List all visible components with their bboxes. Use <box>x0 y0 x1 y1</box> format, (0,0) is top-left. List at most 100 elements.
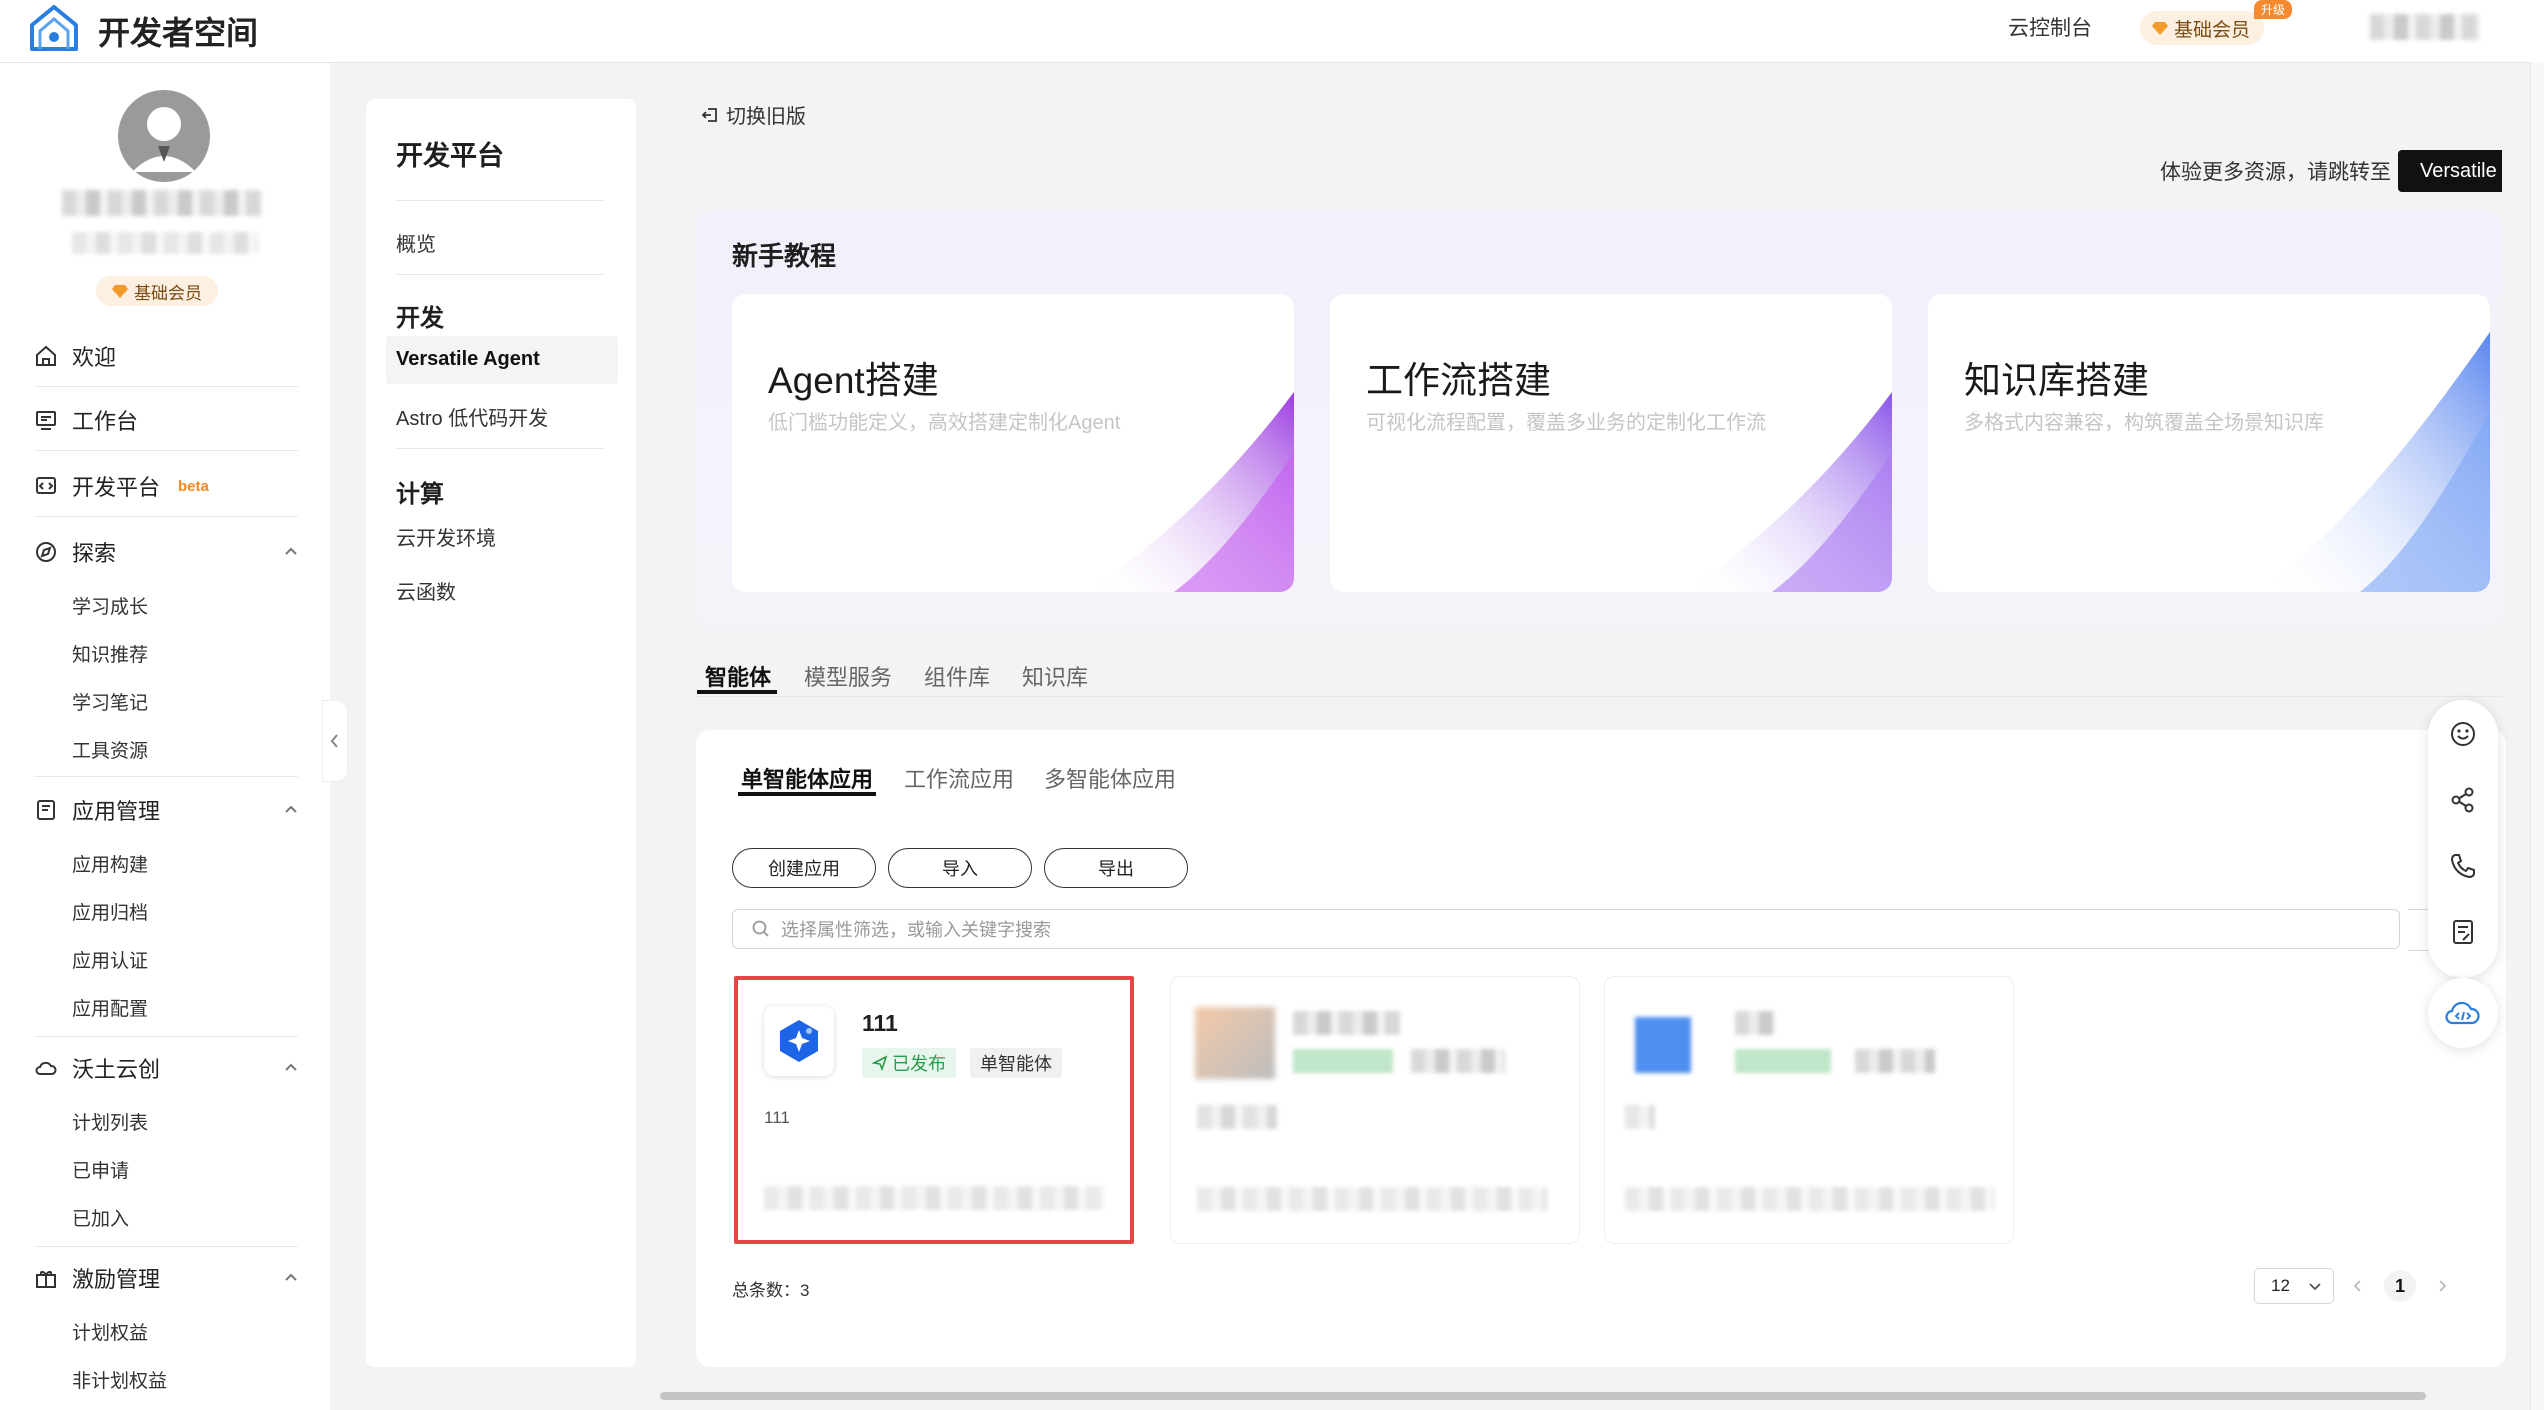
user-name-blurred[interactable] <box>2370 14 2480 40</box>
nav-sub-item[interactable]: 已加入 <box>72 1204 129 1231</box>
switch-old-label: 切换旧版 <box>726 106 806 128</box>
subtab-multi-agent[interactable]: 多智能体应用 <box>1044 762 1176 794</box>
subtab-single-agent[interactable]: 单智能体应用 <box>741 762 873 794</box>
profile-member-badge[interactable]: 基础会员 <box>96 276 218 306</box>
nav-sub-item[interactable]: 应用配置 <box>72 994 148 1021</box>
tab-component-lib[interactable]: 组件库 <box>924 660 990 692</box>
chevron-up-icon[interactable] <box>282 1058 300 1076</box>
nav-sub-item[interactable]: 应用归档 <box>72 898 148 925</box>
horizontal-scrollbar[interactable] <box>660 1392 2426 1400</box>
vertical-scrollbar[interactable] <box>2530 62 2544 1410</box>
divider <box>34 386 298 387</box>
nav-sub-item[interactable]: 工具资源 <box>72 736 148 763</box>
app-name-blurred <box>1735 1011 1775 1035</box>
export-button[interactable]: 导出 <box>1044 848 1188 888</box>
gem-icon <box>112 285 128 298</box>
page-size-select[interactable]: 12 <box>2254 1268 2334 1304</box>
page-number[interactable]: 1 <box>2384 1270 2416 1302</box>
tab-model-service[interactable]: 模型服务 <box>804 660 892 692</box>
nav-explore[interactable]: 探索 <box>34 534 116 570</box>
status-blurred <box>1293 1049 1393 1073</box>
panel-item-astro[interactable]: Astro 低代码开发 <box>396 402 548 431</box>
dev-platform-panel <box>366 99 636 1367</box>
panel-item-cloud-func[interactable]: 云函数 <box>396 576 456 605</box>
cloud-code-button[interactable] <box>2428 978 2498 1048</box>
nav-sub-item[interactable]: 应用认证 <box>72 946 148 973</box>
logo-icon[interactable] <box>26 3 82 53</box>
explore-icon <box>36 542 56 562</box>
avatar[interactable] <box>118 90 210 182</box>
beta-badge: beta <box>178 477 209 495</box>
profile-member-label: 基础会员 <box>134 283 202 303</box>
cloud-icon <box>35 1061 57 1075</box>
divider <box>34 1246 298 1247</box>
panel-section-dev: 开发 <box>396 305 444 332</box>
send-icon <box>872 1055 888 1071</box>
smile-icon[interactable] <box>2449 720 2477 748</box>
import-button[interactable]: 导入 <box>888 848 1032 888</box>
desc-blurred <box>1197 1105 1277 1129</box>
nav-sub-item[interactable]: 计划权益 <box>72 1318 148 1345</box>
create-app-button[interactable]: 创建应用 <box>732 848 876 888</box>
nav-workbench[interactable]: 工作台 <box>34 402 138 438</box>
prev-page-button[interactable] <box>2342 1270 2374 1302</box>
nav-sub-item[interactable]: 非计划权益 <box>72 1366 167 1393</box>
nav-sub-item[interactable]: 知识推荐 <box>72 640 148 667</box>
nav-wotu[interactable]: 沃土云创 <box>34 1050 160 1086</box>
chevron-up-icon[interactable] <box>282 542 300 560</box>
panel-item-versatile[interactable]: Versatile Agent <box>396 348 540 371</box>
member-button[interactable]: 基础会员 <box>2140 11 2265 45</box>
panel-item-cloud-env[interactable]: 云开发环境 <box>396 522 496 551</box>
panel-item-overview[interactable]: 概览 <box>396 228 436 257</box>
tutorial-card-agent[interactable]: Agent搭建 低门槛功能定义，高效搭建定制化Agent <box>732 294 1294 592</box>
status-badge: 已发布 <box>862 1048 956 1078</box>
app-card-blurred[interactable] <box>1604 976 2014 1244</box>
divider <box>34 516 298 517</box>
chevron-up-icon[interactable] <box>282 1268 300 1286</box>
app-title: 开发者空间 <box>98 15 259 51</box>
avatar-icon <box>118 90 210 182</box>
phone-icon[interactable] <box>2449 852 2477 880</box>
app-description: 111 <box>764 1108 790 1127</box>
tutorial-title: 新手教程 <box>732 241 837 271</box>
chevron-down-icon <box>2309 1283 2321 1291</box>
nav-sub-item[interactable]: 计划列表 <box>72 1108 148 1135</box>
chevron-up-icon[interactable] <box>282 800 300 818</box>
versatile-button[interactable]: Versatile <box>2398 150 2502 192</box>
nav-sub-item[interactable]: 学习笔记 <box>72 688 148 715</box>
agent-app-icon <box>764 1006 834 1076</box>
member-label: 基础会员 <box>2174 19 2251 41</box>
sidebar-collapse-handle[interactable] <box>322 700 348 782</box>
divider <box>34 450 298 451</box>
tab-knowledge-lib[interactable]: 知识库 <box>1022 660 1088 692</box>
nav-sub-item[interactable]: 应用构建 <box>72 850 148 877</box>
next-page-button[interactable] <box>2426 1270 2458 1302</box>
app-card-blurred[interactable] <box>1170 976 1580 1244</box>
note-icon[interactable] <box>2449 918 2477 946</box>
tutorial-card-knowledge[interactable]: 知识库搭建 多格式内容兼容，构筑覆盖全场景知识库 <box>1928 294 2490 592</box>
nav-dev-platform[interactable]: 开发平台 beta <box>34 468 209 504</box>
tab-active-indicator <box>697 690 777 694</box>
nav-sub-item[interactable]: 已申请 <box>72 1156 129 1183</box>
console-link[interactable]: 云控制台 <box>2008 12 2092 42</box>
nav-app-mgmt-label: 应用管理 <box>72 799 161 824</box>
tip-text: 体验更多资源，请跳转至 <box>2160 161 2391 184</box>
search-input[interactable]: 选择属性筛选，或输入关键字搜索 <box>732 909 2400 949</box>
tab-agents[interactable]: 智能体 <box>705 660 771 692</box>
nav-app-mgmt[interactable]: 应用管理 <box>34 792 160 828</box>
switch-old-version-link[interactable]: 切换旧版 <box>700 100 806 129</box>
nav-welcome-label: 欢迎 <box>72 345 117 370</box>
dev-icon <box>36 477 56 494</box>
cloud-code-icon <box>2445 1001 2480 1025</box>
nav-dev-platform-label: 开发平台 <box>72 475 161 500</box>
nav-welcome[interactable]: 欢迎 <box>34 338 116 374</box>
nav-sub-item[interactable]: 学习成长 <box>72 592 148 619</box>
tutorial-card-workflow[interactable]: 工作流搭建 可视化流程配置，覆盖多业务的定制化工作流 <box>1330 294 1892 592</box>
share-icon[interactable] <box>2449 786 2477 814</box>
app-name-blurred <box>1293 1011 1401 1035</box>
nav-incentive[interactable]: 激励管理 <box>34 1260 160 1296</box>
upgrade-tag[interactable]: 升级 <box>2254 0 2293 19</box>
tabs-divider <box>696 696 2502 697</box>
app-card[interactable]: 111 已发布 单智能体 111 <box>734 976 1134 1244</box>
subtab-workflow[interactable]: 工作流应用 <box>904 762 1014 794</box>
